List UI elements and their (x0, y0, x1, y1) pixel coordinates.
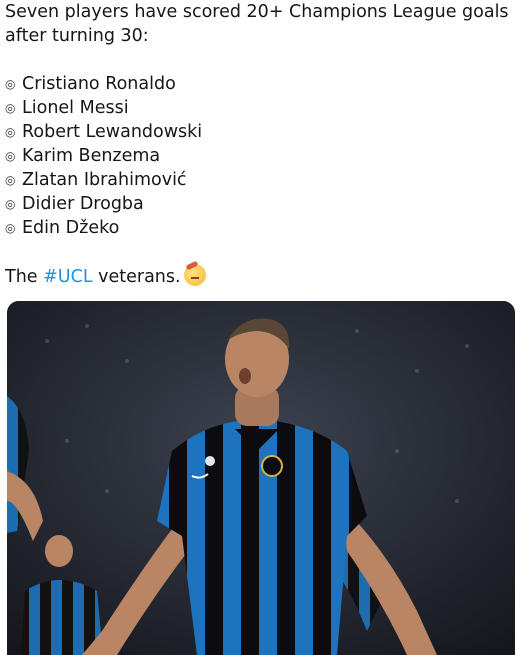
photo-illustration (7, 301, 515, 655)
player-name: Didier Drogba (22, 194, 144, 214)
list-item: ◎ Cristiano Ronaldo (5, 72, 515, 96)
tweet-outro: The #UCL veterans. (5, 264, 515, 289)
player-name: Robert Lewandowski (22, 122, 203, 142)
list-item: ◎ Edin Džeko (5, 216, 515, 240)
list-item: ◎ Didier Drogba (5, 192, 515, 216)
bullet-icon: ◎ (5, 149, 16, 163)
player-name: Karim Benzema (22, 146, 161, 166)
list-item: ◎ Karim Benzema (5, 144, 515, 168)
bullet-icon: ◎ (5, 221, 16, 235)
list-item: ◎ Zlatan Ibrahimović (5, 168, 515, 192)
tweet-photo[interactable] (7, 301, 515, 655)
player-name: Edin Džeko (22, 218, 120, 238)
hashtag-link[interactable]: #UCL (43, 267, 92, 287)
player-name: Lionel Messi (22, 98, 129, 118)
list-item: ◎ Robert Lewandowski (5, 120, 515, 144)
bullet-icon: ◎ (5, 173, 16, 187)
player-list: ◎ Cristiano Ronaldo ◎ Lionel Messi ◎ Robert… (5, 72, 515, 240)
bullet-icon: ◎ (5, 197, 16, 211)
tweet-intro-line-1: Seven players have scored 20+ Champions … (5, 2, 509, 22)
bullet-icon: ◎ (5, 101, 16, 115)
outro-prefix: The (5, 267, 44, 287)
list-item: ◎ Lionel Messi (5, 96, 515, 120)
club-crest (261, 455, 283, 477)
bullet-icon: ◎ (5, 77, 16, 91)
player-name: Cristiano Ronaldo (22, 74, 176, 94)
outro-suffix: veterans. (92, 267, 181, 287)
player-name: Zlatan Ibrahimović (22, 170, 187, 190)
bullet-icon: ◎ (5, 125, 16, 139)
saluting-face-icon (183, 264, 206, 286)
tweet-text: Seven players have scored 20+ Champions … (5, 0, 515, 289)
tweet-intro-line-2: after turning 30: (5, 26, 149, 46)
